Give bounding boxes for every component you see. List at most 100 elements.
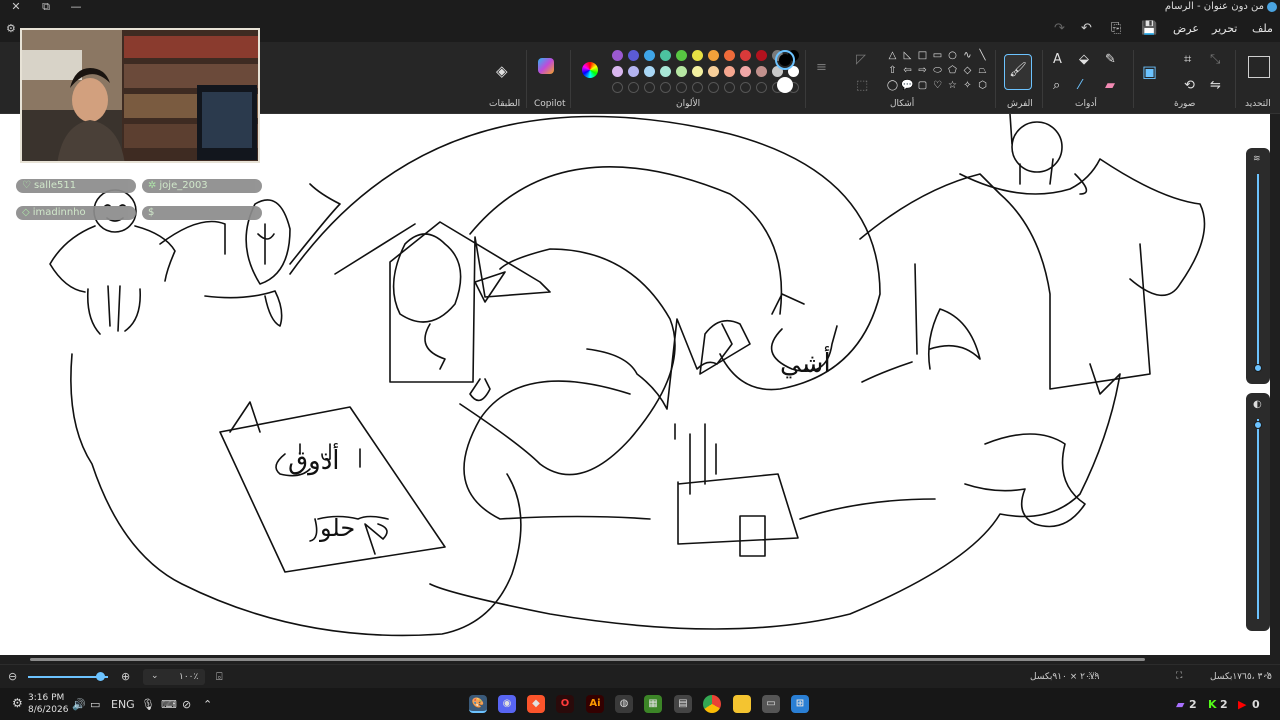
shape-curve-icon[interactable]: ∿ [961,50,974,61]
custom-color-slot[interactable] [724,82,735,93]
secondary-color[interactable] [777,77,793,93]
custom-color-slot[interactable] [692,82,703,93]
menu-view[interactable]: عرض [1173,22,1199,35]
shape-right-arrow-icon[interactable]: ⇨ [916,65,929,76]
redo-icon[interactable]: ↷ [1054,21,1065,36]
color-swatch[interactable] [756,66,767,77]
size-icon[interactable]: ≡ [816,60,827,75]
illustrator-icon[interactable]: Ai [586,695,604,713]
pencil-icon[interactable]: ✎ [1105,52,1116,67]
custom-color-slot[interactable] [708,82,719,93]
close-button[interactable]: ✕ [4,0,28,16]
custom-color-slot[interactable] [660,82,671,93]
copilot-icon[interactable] [538,58,554,74]
display-icon[interactable]: ▭ [90,698,100,711]
language-indicator[interactable]: ENG [111,698,135,711]
share-icon[interactable]: ⎘ [1111,21,1121,36]
outline-icon[interactable]: ◸ [856,52,866,67]
color-swatch[interactable] [612,66,623,77]
magnifier-icon[interactable]: ⌕ [1053,78,1060,93]
shape-circle-icon[interactable]: ○ [946,50,959,61]
color-swatch[interactable] [660,50,671,61]
maximize-button[interactable]: ⧉ [34,0,58,16]
zoom-dropdown[interactable]: ⌄ ١٠٠٪ [143,669,205,685]
shape-square-icon[interactable]: □ [916,50,929,61]
color-swatch[interactable] [644,66,655,77]
shape-line-icon[interactable]: ╲ [976,50,989,61]
color-swatch[interactable] [692,50,703,61]
store-icon[interactable]: ▤ [674,695,692,713]
custom-color-slot[interactable] [628,82,639,93]
windows-start-icon[interactable]: ⊞ [791,695,809,713]
eraser-icon[interactable]: ▰ [1105,78,1115,93]
color-swatch[interactable] [724,50,735,61]
microphone-icon[interactable]: 🎙 [141,698,155,711]
save-icon[interactable]: 💾 [1141,21,1157,36]
custom-color-slot[interactable] [676,82,687,93]
color-picker-icon[interactable]: ⁄ [1079,78,1081,93]
image-select-icon[interactable]: ▣ [1142,62,1157,81]
color-swatch[interactable] [740,66,751,77]
fill-icon[interactable]: ⬙ [1079,52,1089,67]
resize-icon[interactable]: ⤡ [1210,52,1220,67]
color-swatch[interactable] [724,66,735,77]
layers-icon[interactable]: ◈ [496,62,508,80]
color-swatch[interactable] [756,50,767,61]
obs-icon[interactable]: ◍ [615,695,633,713]
custom-color-slot[interactable] [644,82,655,93]
brush-size-slider[interactable]: ≋ [1246,148,1270,384]
network-off-icon[interactable]: ⊘ [182,698,191,711]
fit-screen-icon[interactable]: ⌻ [216,670,223,684]
shape-fill-icon[interactable]: ⬚ [856,78,868,93]
settings-icon[interactable]: ⚙ [6,22,16,35]
settings-tray-icon[interactable]: ⚙ [12,696,23,710]
crop-icon[interactable]: ⌗ [1184,52,1191,67]
rotate-icon[interactable]: ⟲ [1184,78,1195,93]
color-swatch[interactable] [612,50,623,61]
text-icon[interactable]: A [1053,52,1062,67]
shape-callout-oval-icon[interactable]: 💬 [901,80,914,91]
file-explorer-icon[interactable] [733,695,751,713]
shape-ellipse-icon[interactable]: ◯ [886,80,899,91]
select-rect-icon[interactable] [1248,56,1270,78]
shape-right-triangle-icon[interactable]: ◺ [901,50,914,61]
color-swatch[interactable] [644,50,655,61]
shape-heart-icon[interactable]: ♡ [931,80,944,91]
shape-hexagon-icon[interactable]: ⬡ [976,80,989,91]
brush-icon[interactable]: 🖌 [1004,54,1032,90]
color-swatch[interactable] [676,50,687,61]
brave-icon[interactable]: ◆ [527,695,545,713]
shape-rect-icon[interactable]: ▭ [931,50,944,61]
shape-pentagon-icon[interactable]: ⬠ [946,65,959,76]
custom-color-slot[interactable] [756,82,767,93]
shape-callout-rect-icon[interactable]: ▢ [916,80,929,91]
edit-colors-icon[interactable] [582,62,598,78]
keyboard-icon[interactable]: ⌨ [161,698,177,711]
color-swatch[interactable] [660,66,671,77]
volume-icon[interactable]: 🔊 [72,698,86,711]
shape-star-icon[interactable]: ☆ [946,80,959,91]
opera-icon[interactable]: O [556,695,574,713]
horizontal-scrollbar[interactable] [0,655,1280,664]
chevron-up-icon[interactable]: ⌃ [203,698,212,711]
undo-icon[interactable]: ↶ [1081,21,1092,36]
window-app-icon[interactable]: ▭ [762,695,780,713]
chrome-icon[interactable] [703,695,721,713]
menu-edit[interactable]: تحرير [1212,22,1237,35]
paint-app-icon[interactable]: 🎨 [469,695,487,713]
zoom-in-icon[interactable]: ⊕ [121,670,130,683]
primary-color[interactable] [775,50,795,70]
color-swatch[interactable] [740,50,751,61]
custom-color-slot[interactable] [612,82,623,93]
shape-triangle-icon[interactable]: △ [886,50,899,61]
shape-up-arrow-icon[interactable]: ⇧ [886,65,899,76]
shape-star4-icon[interactable]: ✧ [961,80,974,91]
shape-left-arrow-icon[interactable]: ⇦ [901,65,914,76]
drawing-canvas[interactable]: أذوق حلو أشي [0,114,1270,655]
custom-color-slot[interactable] [740,82,751,93]
minecraft-icon[interactable]: ▦ [644,695,662,713]
color-swatch[interactable] [708,66,719,77]
flip-icon[interactable]: ⇋ [1210,78,1221,93]
color-swatch[interactable] [628,66,639,77]
vertical-scrollbar[interactable] [1270,114,1280,655]
